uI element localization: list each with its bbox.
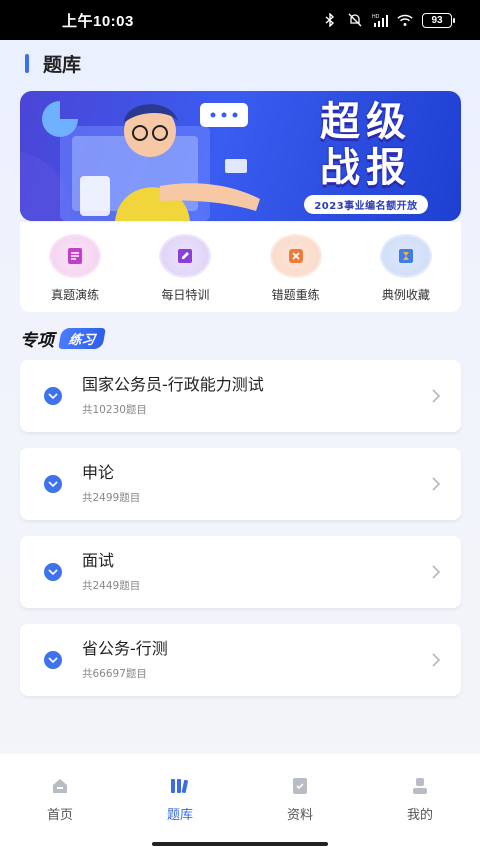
daily-edit-icon (161, 236, 210, 276)
banner-line-1: 超级 (320, 98, 412, 145)
status-icons: HD 93 (322, 12, 455, 28)
chevron-down-icon[interactable] (44, 651, 62, 669)
exam-paper-icon (51, 236, 100, 276)
nav-item-materials[interactable]: 资料 (250, 776, 350, 823)
quick-item-label: 错题重练 (271, 288, 320, 302)
nav-label: 题库 (166, 808, 193, 823)
status-bar: 上午10:03 HD 93 (0, 0, 480, 40)
promo-banner[interactable]: 超级 战报 2023事业编名额开放 (20, 91, 461, 221)
course-count: 共66697题目 (82, 668, 147, 680)
quick-item-label: 每日特训 (161, 288, 210, 302)
cellular-signal-icon: HD (372, 13, 388, 27)
title-accent-bar (25, 53, 29, 73)
section-title: 专项 (20, 330, 54, 351)
quick-item-label: 典例收藏 (381, 288, 430, 302)
battery-indicator: 93 (422, 12, 455, 28)
bottom-nav: 首页 题库 资料 我的 (0, 754, 480, 853)
wifi-icon (397, 13, 413, 27)
section-heading: 专项 练习 (20, 326, 106, 351)
course-card-interview[interactable]: 面试 共2449题目 (20, 536, 461, 608)
course-title: 省公务-行测 (82, 639, 168, 658)
mute-bell-icon (347, 13, 363, 27)
course-count: 共10230题目 (82, 404, 147, 416)
hourglass-bookmark-icon (381, 236, 430, 276)
banner-subtitle: 2023事业编名额开放 (304, 194, 428, 214)
quick-item-favorites[interactable]: 典例收藏 (356, 236, 456, 303)
quick-item-daily-training[interactable]: 每日特训 (135, 236, 235, 303)
banner-line-2: 战报 (320, 144, 412, 191)
course-card-essay[interactable]: 申论 共2499题目 (20, 448, 461, 520)
error-box-icon (271, 236, 320, 276)
nav-item-question-bank[interactable]: 题库 (130, 776, 230, 823)
chevron-right-icon (432, 389, 441, 403)
quick-item-real-exams[interactable]: 真题演练 (25, 236, 125, 303)
page-title: 题库 (43, 53, 82, 76)
profile-icon (413, 778, 427, 794)
chevron-down-icon[interactable] (44, 387, 62, 405)
banner-headline: 超级 战报 2023事业编名额开放 (271, 91, 461, 221)
signal-label: HD (372, 14, 380, 20)
status-time: 上午10:03 (62, 12, 134, 30)
course-title: 国家公务员-行政能力测试 (82, 375, 264, 394)
nav-label: 资料 (286, 808, 313, 823)
chevron-down-icon[interactable] (44, 563, 62, 581)
page-header: 题库 (0, 40, 480, 86)
course-count: 共2449题目 (82, 580, 141, 592)
course-title: 面试 (82, 551, 115, 570)
nav-item-home[interactable]: 首页 (10, 776, 110, 823)
quick-menu: 真题演练 每日特训 错题重练 典例收藏 (20, 222, 461, 312)
chevron-right-icon (432, 565, 441, 579)
course-card-provincial-aptitude[interactable]: 省公务-行测 共66697题目 (20, 624, 461, 696)
document-icon (293, 778, 307, 794)
quick-item-label: 真题演练 (51, 288, 100, 302)
nav-label: 我的 (406, 808, 433, 823)
quick-item-wrong-answers[interactable]: 错题重练 (246, 236, 346, 303)
chevron-right-icon (432, 653, 441, 667)
home-icon (53, 779, 67, 793)
course-count: 共2499题目 (82, 492, 141, 504)
section-badge: 练习 (58, 327, 106, 349)
bluetooth-icon (322, 13, 338, 27)
course-card-civil-service-aptitude[interactable]: 国家公务员-行政能力测试 共10230题目 (20, 360, 461, 432)
home-indicator[interactable] (152, 842, 328, 846)
course-text: 国家公务员-行政能力测试 共10230题目 (82, 374, 264, 417)
course-text: 面试 共2449题目 (82, 550, 140, 593)
course-title: 申论 (82, 463, 115, 482)
chevron-right-icon (432, 477, 441, 491)
course-text: 省公务-行测 共66697题目 (82, 638, 168, 681)
course-text: 申论 共2499题目 (82, 462, 140, 505)
chevron-down-icon[interactable] (44, 475, 62, 493)
books-icon (171, 779, 189, 794)
nav-label: 首页 (46, 808, 73, 823)
nav-item-profile[interactable]: 我的 (370, 776, 470, 823)
